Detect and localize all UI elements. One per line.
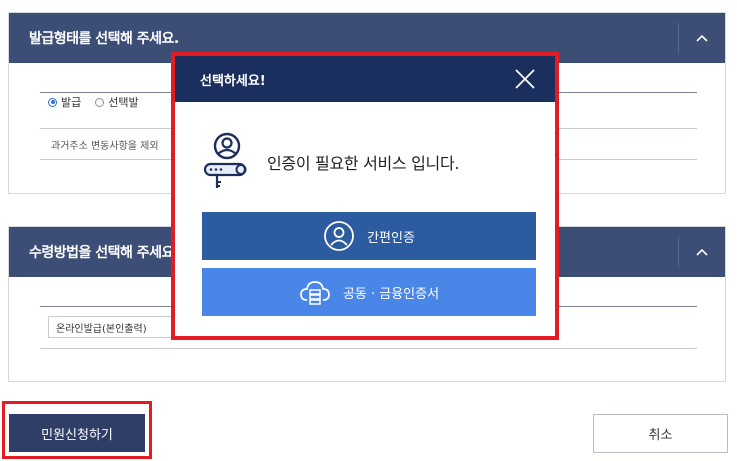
auth-select-modal: 선택하세요! 인증이 필요한 서비스 입니다. 간편인증 공동 · 금융인증서 — [175, 56, 555, 336]
certificate-auth-label: 공동 · 금융인증서 — [342, 286, 440, 302]
simple-auth-button[interactable]: 간편인증 — [202, 212, 536, 260]
issue-type-title: 발급형태를 선택해 주세요. — [29, 31, 179, 47]
cancel-button[interactable]: 취소 — [593, 414, 728, 453]
modal-close-button[interactable] — [513, 67, 537, 91]
modal-title: 선택하세요! — [200, 73, 266, 89]
auth-required-message-row: 인증이 필요한 서비스 입니다. — [203, 132, 459, 192]
issue-type-radio-group: 발급 선택발 — [48, 94, 139, 110]
close-icon — [515, 69, 535, 89]
chevron-up-icon — [696, 34, 708, 42]
cloud-server-icon — [300, 281, 330, 305]
radio-select-issue-label: 선택발 — [108, 96, 139, 109]
issue-type-note: 과거주소 변동사항을 제외 — [51, 141, 159, 152]
radio-issue[interactable]: 발급 — [48, 94, 81, 110]
auth-required-message: 인증이 필요한 서비스 입니다. — [267, 154, 460, 173]
certificate-auth-button[interactable]: 공동 · 금융인증서 — [202, 268, 536, 316]
radio-dot[interactable] — [95, 97, 105, 107]
simple-auth-label: 간편인증 — [367, 230, 415, 246]
modal-header: 선택하세요! — [175, 56, 555, 102]
receive-method-title: 수령방법을 선택해 주세요 — [29, 245, 174, 261]
apply-button[interactable]: 민원신청하기 — [9, 414, 145, 452]
chevron-up-icon — [696, 248, 708, 256]
radio-issue-label: 발급 — [61, 96, 82, 109]
divider-line — [40, 348, 697, 349]
user-circle-icon — [324, 221, 354, 251]
radio-select-issue[interactable]: 선택발 — [95, 94, 139, 110]
user-key-icon — [203, 132, 253, 192]
issue-type-collapse-button[interactable] — [679, 13, 725, 63]
radio-dot-selected[interactable] — [48, 97, 57, 107]
receive-method-collapse-button[interactable] — [679, 227, 725, 277]
